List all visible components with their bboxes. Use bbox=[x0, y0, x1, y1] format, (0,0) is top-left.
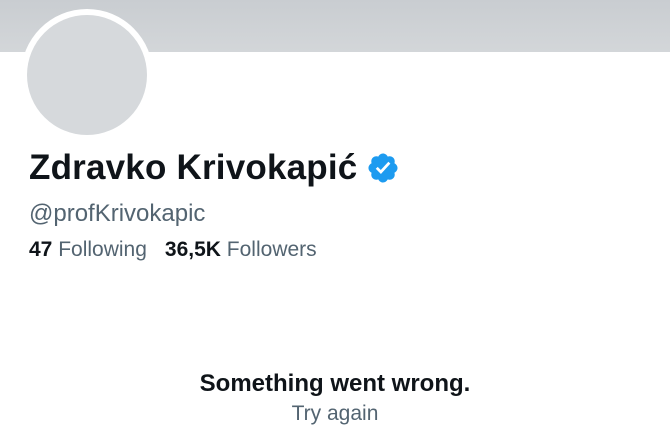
display-name: Zdravko Krivokapić bbox=[29, 148, 358, 187]
error-message: Something went wrong. bbox=[199, 370, 471, 397]
following-label: Following bbox=[58, 238, 147, 261]
profile-handle: @profKrivokapic bbox=[29, 200, 206, 227]
following-count: 47 bbox=[29, 238, 59, 261]
profile-name-row: Zdravko Krivokapić bbox=[29, 148, 400, 188]
profile-stats: 47 Following 36,5K Followers bbox=[29, 238, 335, 262]
avatar-frame bbox=[21, 9, 153, 141]
error-panel: Something went wrong. Try again bbox=[0, 370, 670, 426]
followers-count: 36,5K bbox=[164, 238, 227, 261]
following-link[interactable]: 47 Following bbox=[29, 238, 147, 262]
followers-label: Followers bbox=[226, 238, 317, 261]
verified-badge-icon bbox=[366, 151, 400, 185]
followers-link[interactable]: 36,5K Followers bbox=[165, 238, 317, 262]
avatar[interactable] bbox=[27, 15, 147, 135]
try-again-button[interactable]: Try again bbox=[292, 402, 379, 426]
